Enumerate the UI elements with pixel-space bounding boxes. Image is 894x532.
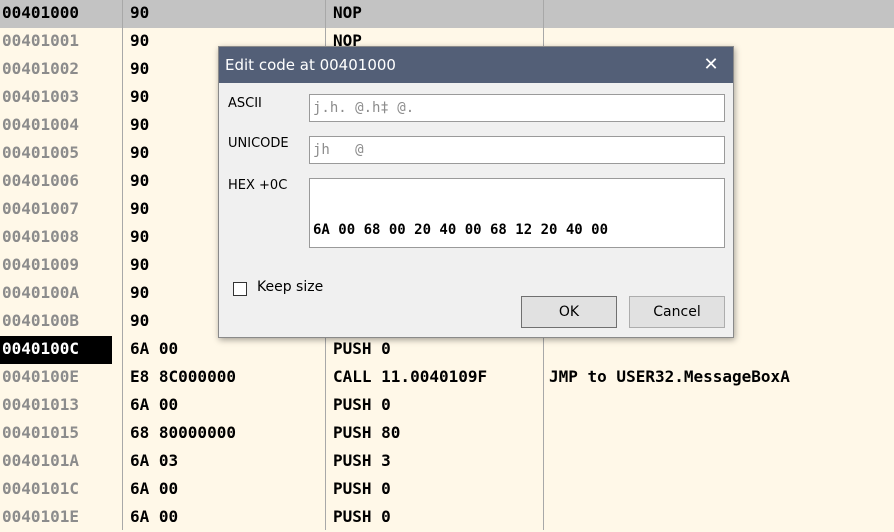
table-row[interactable]: 00401013 6A 00 PUSH 0 [0, 392, 894, 420]
hex-dump-cell: 90 [130, 199, 150, 218]
address-cell: 00401007 [2, 199, 80, 218]
address-cell: 00401006 [2, 171, 80, 190]
address-cell: 00401001 [2, 31, 80, 50]
dialog-title: Edit code at 00401000 [225, 56, 396, 74]
hex-dump-cell: 6A 00 [130, 507, 179, 526]
address-cell: 0040100A [2, 283, 80, 302]
keep-size-checkbox[interactable] [233, 282, 247, 296]
hex-dump-cell: 90 [130, 283, 150, 302]
comment-cell: JMP to USER32.MessageBoxA [549, 367, 790, 386]
address-cell: 00401002 [2, 59, 80, 78]
hex-dump-cell: 90 [130, 311, 150, 330]
cancel-button[interactable]: Cancel [629, 296, 725, 328]
address-cell: 0040101A [2, 451, 80, 470]
hex-dump-cell: 6A 00 [130, 479, 179, 498]
edit-code-dialog: Edit code at 00401000 ✕ ASCII j.h. @.h‡ … [218, 46, 734, 338]
address-cell: 00401000 [2, 3, 80, 22]
disassembly-cell: CALL 11.0040109F [333, 367, 488, 386]
ascii-label: ASCII [228, 96, 262, 111]
keep-size-label[interactable]: Keep size [257, 279, 323, 295]
address-cell: 00401015 [2, 423, 80, 442]
hex-field[interactable]: 6A 00 68 00 20 40 00 68 12 20 40 00 [309, 178, 725, 248]
disassembly-cell: NOP [333, 3, 362, 22]
hex-dump-cell: 6A 00 [130, 339, 179, 358]
table-row[interactable]: 0040100E E8 8C000000 CALL 11.0040109F JMP t… [0, 364, 894, 392]
address-cell: 0040100E [2, 367, 80, 386]
hex-dump-cell: 68 80000000 [130, 423, 236, 442]
table-row[interactable]: 00401015 68 80000000 PUSH 80 [0, 420, 894, 448]
hex-dump-cell: 90 [130, 227, 150, 246]
hex-value: 6A 00 68 00 20 40 00 68 12 20 40 00 [313, 222, 609, 238]
disassembly-cell: PUSH 80 [333, 423, 401, 442]
disassembly-cell: PUSH 0 [333, 479, 391, 498]
unicode-label: UNICODE [228, 136, 289, 151]
address-cell: 00401013 [2, 395, 80, 414]
hex-dump-cell: 90 [130, 255, 150, 274]
address-cell: 0040100B [2, 311, 80, 330]
table-row[interactable]: 00401000 90 NOP [0, 0, 894, 28]
table-row[interactable]: 0040101A 6A 03 PUSH 3 [0, 448, 894, 476]
ascii-field[interactable]: j.h. @.h‡ @. [309, 94, 725, 122]
disassembly-cell: PUSH 0 [333, 507, 391, 526]
address-cell: 00401009 [2, 255, 80, 274]
hex-dump-cell: 90 [130, 171, 150, 190]
address-cell: 00401003 [2, 87, 80, 106]
close-icon[interactable]: ✕ [689, 47, 733, 83]
hex-dump-cell: E8 8C000000 [130, 367, 236, 386]
unicode-field[interactable]: jh @ [309, 136, 725, 164]
table-row[interactable]: 0040100C 6A 00 PUSH 0 [0, 336, 894, 364]
column-divider [122, 0, 123, 530]
disassembly-cell: PUSH 0 [333, 395, 391, 414]
table-row[interactable]: 0040101C 6A 00 PUSH 0 [0, 476, 894, 504]
dialog-titlebar[interactable]: Edit code at 00401000 ✕ [219, 47, 733, 83]
hex-dump-cell: 90 [130, 115, 150, 134]
address-cell: 0040100C [0, 336, 112, 364]
disassembly-cell: PUSH 3 [333, 451, 391, 470]
address-cell: 00401004 [2, 115, 80, 134]
address-cell: 00401005 [2, 143, 80, 162]
hex-dump-cell: 90 [130, 87, 150, 106]
hex-dump-cell: 90 [130, 3, 150, 22]
hex-dump-cell: 6A 00 [130, 395, 179, 414]
address-cell: 0040101E [2, 507, 80, 526]
disassembly-cell: PUSH 0 [333, 339, 391, 358]
hex-label: HEX +0C [228, 178, 288, 193]
hex-dump-cell: 90 [130, 143, 150, 162]
hex-dump-cell: 6A 03 [130, 451, 179, 470]
table-row[interactable]: 0040101E 6A 00 PUSH 0 [0, 504, 894, 532]
ok-button[interactable]: OK [521, 296, 617, 328]
hex-dump-cell: 90 [130, 59, 150, 78]
address-cell: 0040101C [2, 479, 80, 498]
hex-dump-cell: 90 [130, 31, 150, 50]
address-cell: 00401008 [2, 227, 80, 246]
